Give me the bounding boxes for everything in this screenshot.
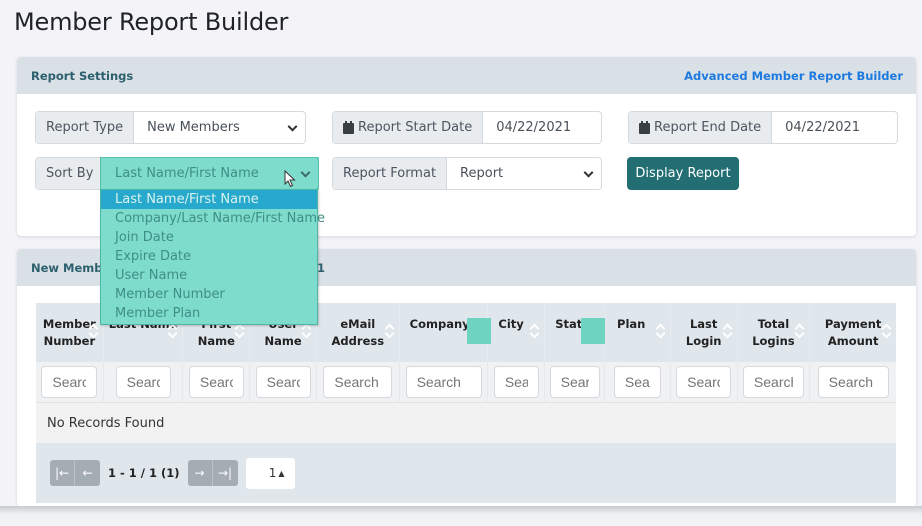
sort-icon[interactable] — [302, 324, 311, 338]
end-date-group: Report End Date 04/22/2021 — [628, 111, 898, 144]
last-page-button[interactable]: →| — [212, 460, 238, 486]
results-title-end: 1 — [317, 261, 326, 275]
highlight-marker — [581, 318, 606, 344]
search-company[interactable] — [405, 366, 482, 398]
advanced-report-builder-link[interactable]: Advanced Member Report Builder — [684, 69, 903, 83]
search-user-name[interactable] — [255, 366, 311, 398]
last-page-icon: →| — [217, 466, 233, 480]
chevron-down-icon — [300, 167, 311, 178]
end-date-label-text: Report End Date — [654, 120, 762, 135]
report-settings-title: Report Settings — [31, 68, 134, 83]
search-city[interactable] — [493, 366, 539, 398]
chevron-down-icon — [287, 121, 298, 132]
column-header-payment-amount[interactable]: Payment Amount — [810, 303, 896, 362]
column-header-last-login[interactable]: Last Login — [671, 303, 738, 362]
search-email-address[interactable] — [323, 366, 393, 398]
search-first-name[interactable] — [188, 366, 244, 398]
highlight-marker — [466, 318, 491, 344]
sort-icon[interactable] — [168, 324, 177, 338]
sort-by-value: Last Name/First Name — [115, 166, 259, 181]
column-header-state[interactable]: State — [545, 303, 606, 362]
sort-icon[interactable] — [795, 324, 804, 338]
pagination: |← ← 1 - 1 / 1 (1) → →| 1 ▲︎ — [36, 443, 896, 503]
sort-option[interactable]: User Name — [101, 266, 317, 285]
sort-option[interactable]: Member Number — [101, 285, 317, 304]
sort-icon[interactable] — [89, 324, 98, 338]
search-payment-amount[interactable] — [817, 366, 889, 398]
mouse-cursor-icon — [284, 170, 296, 188]
pagination-info: 1 - 1 / 1 (1) — [108, 466, 180, 480]
sort-icon[interactable] — [882, 324, 891, 338]
search-total-logins[interactable] — [742, 366, 804, 398]
display-report-button[interactable]: Display Report — [627, 157, 739, 190]
start-date-label: Report Start Date — [333, 112, 484, 143]
search-row — [36, 362, 896, 403]
report-format-label: Report Format — [333, 158, 448, 189]
sort-by-dropdown: Last Name/First Name Company/Last Name/F… — [100, 189, 325, 325]
report-type-value: New Members — [147, 120, 240, 135]
arrow-right-icon: → — [194, 466, 205, 480]
calendar-icon — [639, 121, 650, 134]
column-header-company[interactable]: Company — [400, 303, 491, 362]
updown-icon: ▲︎ — [278, 468, 285, 478]
column-header-member-number[interactable]: Member Number — [36, 303, 104, 362]
page-title: Member Report Builder — [14, 8, 289, 36]
page-select[interactable]: 1 ▲︎ — [245, 457, 295, 489]
sort-icon[interactable] — [530, 324, 539, 338]
sort-option[interactable]: Join Date — [101, 228, 317, 247]
empty-message: No Records Found — [36, 403, 896, 443]
next-page-button[interactable]: → — [187, 460, 213, 486]
sort-icon[interactable] — [656, 324, 665, 338]
sort-by-label: Sort By — [36, 158, 104, 189]
start-date-input[interactable]: 04/22/2021 — [483, 112, 601, 143]
column-header-total-logins[interactable]: Total Logins — [738, 303, 811, 362]
chevron-down-icon — [583, 167, 594, 178]
sort-icon[interactable] — [385, 324, 394, 338]
column-header-email-address[interactable]: eMail Address — [317, 303, 400, 362]
sort-icon[interactable] — [235, 324, 244, 338]
previous-page-button[interactable]: ← — [75, 460, 100, 486]
report-format-group: Report Format Report — [332, 157, 602, 190]
first-page-button[interactable]: |← — [50, 460, 75, 486]
column-header-plan[interactable]: Plan — [605, 303, 671, 362]
report-type-select[interactable]: New Members — [134, 112, 305, 143]
page-select-value: 1 — [268, 466, 277, 480]
report-format-select[interactable]: Report — [447, 158, 601, 189]
members-table: Member Number Last Name First Name User … — [36, 303, 896, 503]
end-date-input[interactable]: 04/22/2021 — [772, 112, 897, 143]
column-header-city[interactable]: City — [488, 303, 546, 362]
report-settings-header: Report Settings Advanced Member Report B… — [17, 57, 916, 94]
arrow-left-icon: ← — [82, 466, 93, 480]
calendar-icon — [343, 121, 354, 134]
sort-option[interactable]: Last Name/First Name — [101, 190, 317, 209]
end-date-label: Report End Date — [629, 112, 773, 143]
sort-option[interactable]: Company/Last Name/First Name — [101, 209, 325, 228]
report-type-group: Report Type New Members — [35, 111, 306, 144]
search-member-number[interactable] — [41, 366, 98, 398]
sort-option[interactable]: Expire Date — [101, 247, 317, 266]
start-date-group: Report Start Date 04/22/2021 — [332, 111, 602, 144]
search-plan[interactable] — [613, 366, 661, 398]
search-last-login[interactable] — [676, 366, 732, 398]
results-title-start: New Membe — [31, 260, 111, 275]
report-type-label: Report Type — [36, 112, 135, 143]
sort-icon[interactable] — [723, 324, 732, 338]
first-page-icon: |← — [54, 466, 70, 480]
search-state[interactable] — [549, 366, 600, 398]
sort-option[interactable]: Member Plan — [101, 304, 317, 323]
search-last-name[interactable] — [115, 366, 171, 398]
report-format-value: Report — [460, 166, 504, 181]
window-bottom-edge — [0, 506, 922, 526]
start-date-label-text: Report Start Date — [358, 120, 473, 135]
